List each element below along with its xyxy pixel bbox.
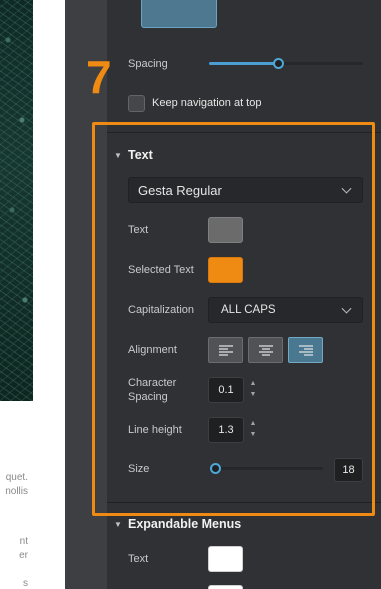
chevron-down-icon [341, 303, 352, 314]
size-value-box[interactable]: 18 [334, 458, 363, 482]
size-slider-knob[interactable] [209, 463, 221, 474]
size-slider-track[interactable] [212, 467, 323, 470]
preview-text-line: nollis [5, 486, 28, 497]
selected-text-color-swatch[interactable] [208, 257, 243, 283]
align-center-icon [259, 345, 273, 356]
spinner-up-icon[interactable]: ▲ [249, 419, 257, 428]
align-right-button[interactable] [288, 337, 323, 363]
character-spacing-input[interactable]: 0.1 [208, 377, 244, 403]
spinner-down-icon[interactable]: ▼ [249, 430, 257, 439]
collapse-triangle-icon[interactable]: ▼ [114, 151, 122, 160]
design-settings-panel [107, 0, 381, 589]
selected-text-label: Selected Text [128, 264, 194, 276]
text-color-swatch[interactable] [208, 217, 243, 243]
collapse-triangle-icon[interactable]: ▼ [114, 520, 122, 529]
spacing-slider-track[interactable] [209, 62, 363, 65]
next-color-swatch[interactable] [208, 585, 243, 589]
align-left-button[interactable] [208, 337, 243, 363]
align-right-icon [299, 345, 313, 356]
expandable-text-color-swatch[interactable] [208, 546, 243, 572]
spacing-slider-fill [209, 62, 279, 65]
spacing-label: Spacing [128, 58, 168, 70]
line-height-input[interactable]: 1.3 [208, 417, 244, 443]
preview-text-line: s [23, 578, 28, 589]
layout-thumbnail-selected[interactable] [141, 0, 217, 28]
font-select[interactable]: Gesta Regular [128, 177, 363, 203]
keep-navigation-label: Keep navigation at top [152, 97, 262, 109]
step-number: 7 [86, 51, 112, 103]
line-height-label: Line height [128, 424, 182, 436]
text-section-title[interactable]: Text [128, 148, 153, 162]
expandable-text-label: Text [128, 553, 149, 565]
preview-text-line: quet. [5, 472, 28, 483]
alignment-label: Alignment [128, 344, 177, 356]
section-divider [107, 132, 381, 133]
site-preview: quet. nollis nt er s [0, 0, 65, 589]
chevron-down-icon [341, 183, 352, 194]
capitalization-label: Capitalization [128, 304, 195, 316]
align-left-icon [219, 345, 233, 356]
font-select-value: Gesta Regular [138, 182, 222, 198]
character-spacing-label-line2: Spacing [128, 391, 168, 403]
preview-pine-image [0, 0, 33, 401]
capitalization-select[interactable]: ALL CAPS [208, 297, 363, 323]
section-divider [107, 502, 381, 503]
align-center-button[interactable] [248, 337, 283, 363]
size-label: Size [128, 463, 150, 475]
spacing-slider-knob[interactable] [272, 58, 284, 69]
keep-navigation-checkbox[interactable] [128, 95, 145, 112]
preview-text-line: nt [19, 536, 28, 547]
preview-text-line: er [19, 550, 28, 561]
character-spacing-label-line1: Character [128, 377, 177, 389]
spinner-up-icon[interactable]: ▲ [249, 379, 257, 388]
expandable-menus-title[interactable]: Expandable Menus [128, 517, 241, 531]
capitalization-select-value: ALL CAPS [221, 304, 276, 316]
spinner-down-icon[interactable]: ▼ [249, 390, 257, 399]
text-color-label: Text [128, 224, 149, 236]
